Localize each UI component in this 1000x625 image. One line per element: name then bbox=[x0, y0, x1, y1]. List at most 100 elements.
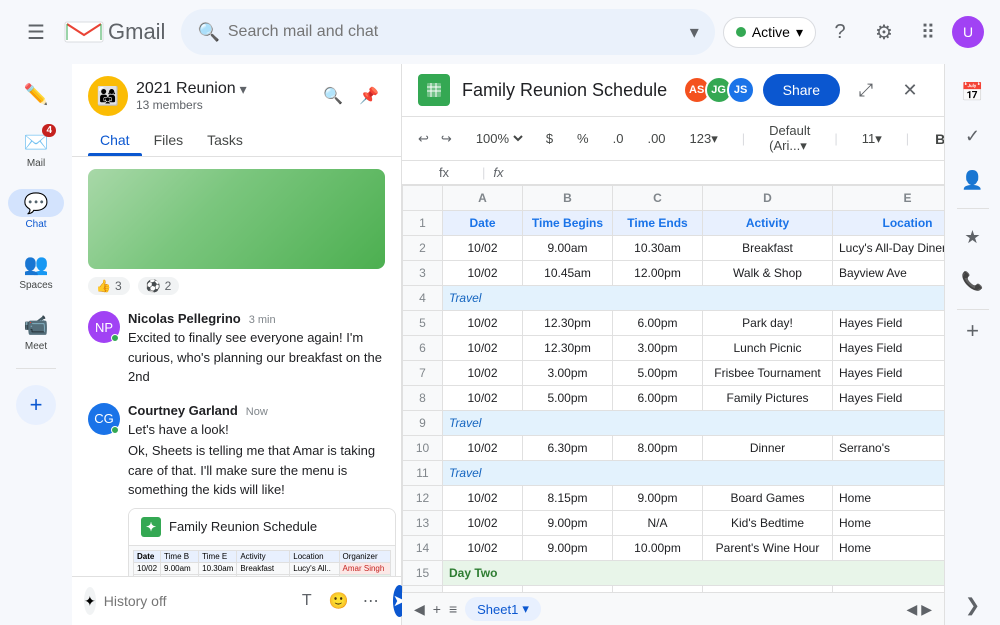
bold-button[interactable]: B bbox=[929, 129, 944, 149]
ends-cell[interactable]: 10.00pm bbox=[613, 536, 703, 561]
date-cell[interactable]: 10/02 bbox=[443, 436, 523, 461]
chat-input[interactable] bbox=[104, 593, 285, 609]
sheet-tab-1[interactable]: Sheet1 ▾ bbox=[465, 597, 541, 621]
font-size-select[interactable]: 11▾ bbox=[858, 129, 886, 149]
sidebar-item-compose[interactable]: ✏️ bbox=[0, 72, 72, 116]
ends-cell[interactable]: 3.00pm bbox=[613, 336, 703, 361]
date-cell[interactable]: 10/02 bbox=[443, 486, 523, 511]
begins-cell[interactable]: 9.00pm bbox=[523, 511, 613, 536]
scroll-prev-button[interactable]: ◀ bbox=[906, 601, 917, 618]
begins-cell[interactable]: 9.00am bbox=[523, 586, 613, 593]
date-cell[interactable]: 10/02 bbox=[443, 536, 523, 561]
ends-cell[interactable]: 8.00pm bbox=[613, 436, 703, 461]
format-text-button[interactable]: T bbox=[293, 587, 321, 615]
cell-1d[interactable]: Activity bbox=[703, 211, 833, 236]
col-header-e[interactable]: E bbox=[833, 186, 945, 211]
location-cell[interactable]: Serrano's bbox=[833, 436, 945, 461]
activity-cell[interactable]: Board Games bbox=[703, 486, 833, 511]
cell-1a[interactable]: Date bbox=[443, 211, 523, 236]
activity-cell[interactable]: Walk & Shop bbox=[703, 261, 833, 286]
reaction-thumbs[interactable]: 👍 3 bbox=[88, 277, 130, 295]
col-header-a[interactable]: A bbox=[443, 186, 523, 211]
tab-files[interactable]: Files bbox=[142, 124, 196, 156]
emoji-button[interactable]: 🙂 bbox=[325, 587, 353, 615]
format-123-button[interactable]: 123▾ bbox=[686, 129, 722, 149]
rs-phone-button[interactable]: 📞 bbox=[953, 261, 993, 301]
begins-cell[interactable]: 9.00pm bbox=[523, 536, 613, 561]
ends-cell[interactable]: 9.00pm bbox=[613, 486, 703, 511]
date-cell[interactable]: 10/02 bbox=[443, 361, 523, 386]
search-bar[interactable]: 🔍 ▾ bbox=[181, 9, 714, 55]
date-cell[interactable]: 10/02 bbox=[443, 311, 523, 336]
travel-row-cell[interactable]: Travel bbox=[443, 411, 945, 436]
ends-cell[interactable]: 12.00pm bbox=[613, 261, 703, 286]
scroll-left-button[interactable]: ◀ bbox=[414, 601, 425, 618]
location-cell[interactable]: Hayes Field bbox=[833, 336, 945, 361]
date-cell[interactable]: 10/02 bbox=[443, 236, 523, 261]
rs-calendar-button[interactable]: 📅 bbox=[953, 72, 993, 112]
more-options-button[interactable]: ⋯ bbox=[357, 587, 385, 615]
tab-chat[interactable]: Chat bbox=[88, 124, 142, 156]
activity-cell[interactable]: Lunch Picnic bbox=[703, 336, 833, 361]
sidebar-item-chat[interactable]: 💬 Chat bbox=[0, 181, 72, 238]
cell-1e[interactable]: Location bbox=[833, 211, 945, 236]
sidebar-item-meet[interactable]: 📹 Meet bbox=[0, 303, 72, 360]
settings-button[interactable]: ⚙ bbox=[864, 12, 904, 52]
ai-assist-button[interactable]: ✦ bbox=[84, 587, 96, 615]
open-new-window-button[interactable]: ⤢ bbox=[848, 72, 884, 108]
col-header-b[interactable]: B bbox=[523, 186, 613, 211]
search-chat-button[interactable]: 🔍 bbox=[317, 80, 349, 112]
begins-cell[interactable]: 12.30pm bbox=[523, 336, 613, 361]
user-avatar[interactable]: U bbox=[952, 16, 984, 48]
rs-contacts-button[interactable]: 👤 bbox=[953, 160, 993, 200]
close-sheet-button[interactable]: ✕ bbox=[892, 72, 928, 108]
help-button[interactable]: ? bbox=[820, 12, 860, 52]
location-cell[interactable]: Home bbox=[833, 511, 945, 536]
activity-cell[interactable]: Park day! bbox=[703, 311, 833, 336]
travel-row-cell[interactable]: Travel bbox=[443, 286, 945, 311]
location-cell[interactable]: Bayview Ave bbox=[833, 261, 945, 286]
ends-cell[interactable]: N/A bbox=[613, 511, 703, 536]
begins-cell[interactable]: 3.00pm bbox=[523, 361, 613, 386]
activity-cell[interactable]: Parent's Wine Hour bbox=[703, 536, 833, 561]
zoom-select[interactable]: 100% 75% 125% bbox=[472, 130, 526, 147]
active-status-badge[interactable]: Active ▾ bbox=[723, 17, 816, 48]
reaction-soccer[interactable]: ⚽ 2 bbox=[138, 277, 180, 295]
decimal0-button[interactable]: .0 bbox=[609, 129, 628, 148]
activity-cell[interactable]: Frisbee Tournament bbox=[703, 361, 833, 386]
date-cell[interactable]: 10/02 bbox=[443, 336, 523, 361]
begins-cell[interactable]: 6.30pm bbox=[523, 436, 613, 461]
location-cell[interactable]: Home bbox=[833, 586, 945, 593]
ends-cell[interactable]: 6.00pm bbox=[613, 386, 703, 411]
search-dropdown-icon[interactable]: ▾ bbox=[690, 22, 699, 43]
date-cell[interactable]: 10/03 bbox=[443, 586, 523, 593]
location-cell[interactable]: Lucy's All-Day Diner bbox=[833, 236, 945, 261]
ends-cell[interactable]: 10.30am bbox=[613, 236, 703, 261]
percent-button[interactable]: % bbox=[573, 129, 593, 148]
cell-reference[interactable]: fx bbox=[414, 165, 474, 180]
undo-button[interactable]: ↩ bbox=[414, 129, 433, 149]
begins-cell[interactable]: 10.45am bbox=[523, 261, 613, 286]
sheet-menu-button[interactable]: ≡ bbox=[449, 601, 457, 617]
scroll-next-button[interactable]: ▶ bbox=[921, 601, 932, 618]
date-cell[interactable]: 10/02 bbox=[443, 386, 523, 411]
location-cell[interactable]: Home bbox=[833, 536, 945, 561]
ends-cell[interactable]: 5.00pm bbox=[613, 361, 703, 386]
share-button[interactable]: Share bbox=[763, 74, 840, 106]
activity-cell[interactable]: Kid's Bedtime bbox=[703, 511, 833, 536]
begins-cell[interactable]: 9.00am bbox=[523, 236, 613, 261]
decimal00-button[interactable]: .00 bbox=[643, 129, 669, 148]
sheet-grid-container[interactable]: A B C D E F G 1 Date Time Begins Time En bbox=[402, 185, 944, 592]
rs-chevron-button[interactable]: ❯ bbox=[953, 585, 993, 625]
cell-1c[interactable]: Time Ends bbox=[613, 211, 703, 236]
date-cell[interactable]: 10/02 bbox=[443, 511, 523, 536]
pin-button[interactable]: 📌 bbox=[353, 80, 385, 112]
sidebar-item-mail[interactable]: ✉️ 4 Mail bbox=[0, 120, 72, 177]
date-cell[interactable]: 10/02 bbox=[443, 261, 523, 286]
sidebar-add-button[interactable]: + bbox=[16, 385, 56, 425]
menu-button[interactable]: ☰ bbox=[16, 12, 56, 52]
travel-row-cell[interactable]: Travel bbox=[443, 461, 945, 486]
activity-cell[interactable]: Dinner bbox=[703, 436, 833, 461]
col-header-d[interactable]: D bbox=[703, 186, 833, 211]
cell-1b[interactable]: Time Begins bbox=[523, 211, 613, 236]
